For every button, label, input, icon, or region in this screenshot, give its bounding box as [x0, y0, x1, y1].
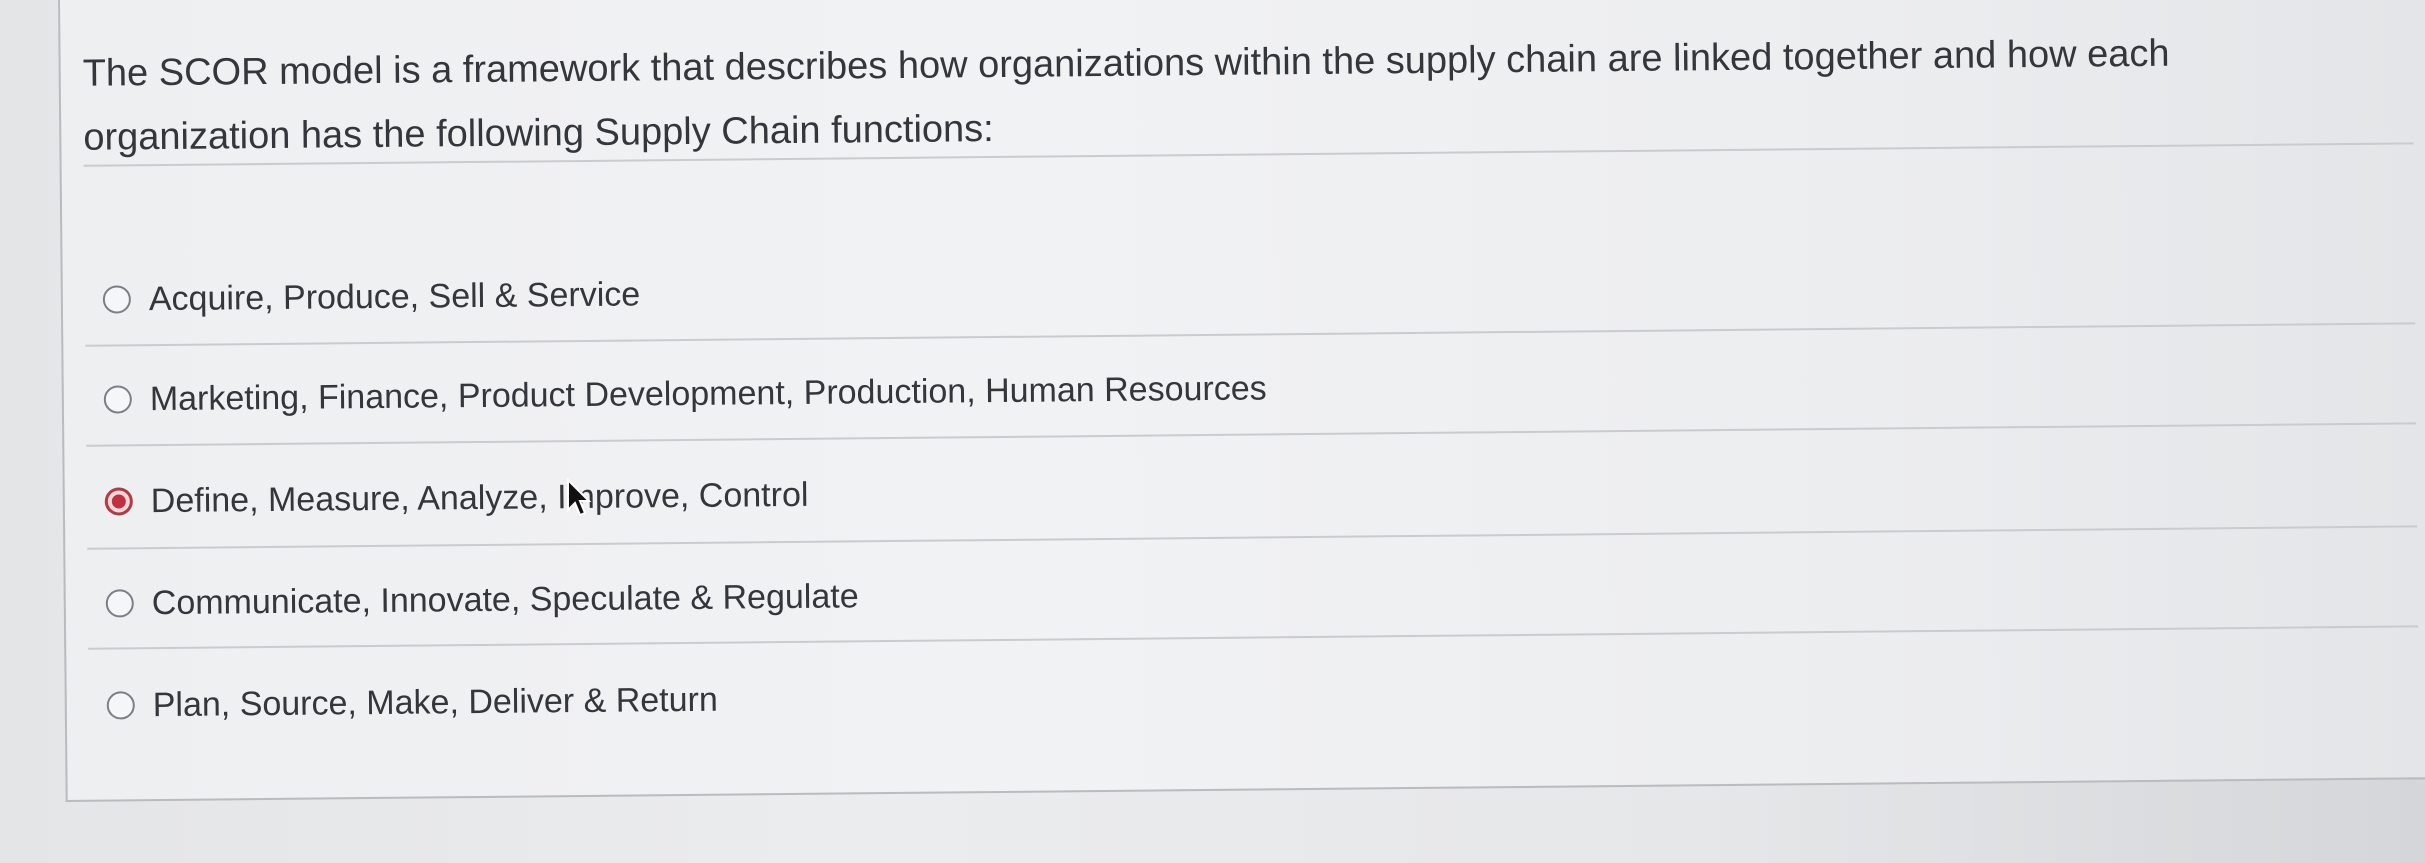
divider — [88, 625, 2419, 650]
question-card: The SCOR model is a framework that descr… — [58, 0, 2425, 802]
option-label: Communicate, Innovate, Speculate & Regul… — [151, 576, 859, 622]
radio-button[interactable] — [106, 691, 135, 720]
divider — [87, 525, 2418, 550]
option-label: Acquire, Produce, Sell & Service — [148, 274, 641, 318]
option-5[interactable]: Plan, Source, Make, Deliver & Return — [106, 672, 719, 734]
mouse-pointer-icon — [567, 478, 592, 517]
divider — [85, 322, 2416, 347]
radio-dot-icon — [111, 494, 126, 509]
option-4[interactable]: Communicate, Innovate, Speculate & Regul… — [105, 568, 859, 631]
option-3[interactable]: Define, Measure, Analyze, Improve, Contr… — [104, 467, 809, 530]
option-2[interactable]: Marketing, Finance, Product Development,… — [103, 360, 1267, 427]
divider — [86, 422, 2417, 447]
option-label: Plan, Source, Make, Deliver & Return — [152, 680, 718, 724]
option-label: Marketing, Finance, Product Development,… — [149, 368, 1267, 418]
option-label: Define, Measure, Analyze, Improve, Contr… — [150, 475, 809, 520]
screen: The SCOR model is a framework that descr… — [0, 0, 2425, 863]
radio-button-selected[interactable] — [104, 487, 133, 516]
radio-button[interactable] — [105, 589, 134, 618]
radio-button[interactable] — [102, 285, 132, 314]
radio-button[interactable] — [103, 385, 132, 414]
option-1[interactable]: Acquire, Produce, Sell & Service — [102, 266, 641, 327]
